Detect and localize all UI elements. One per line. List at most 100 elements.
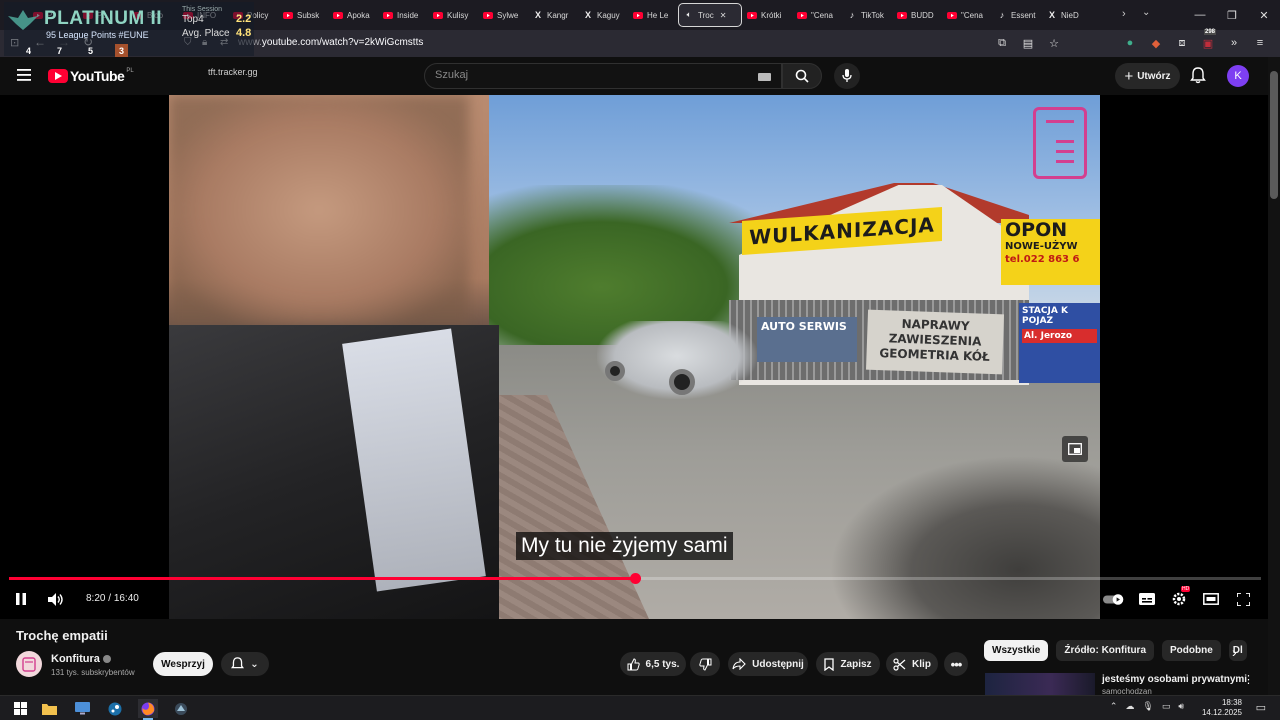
duration: 16:40 <box>113 593 139 604</box>
related-video-thumbnail[interactable] <box>985 673 1095 695</box>
browser-tab-label: Essent <box>1011 10 1036 20</box>
settings-button[interactable]: HD <box>1168 586 1191 611</box>
browser-tab[interactable]: ♪ Essent <box>992 3 1042 27</box>
miniplayer-button[interactable] <box>1062 436 1088 462</box>
toolbar-icons: ⧉ ▤ ☆ ● ◆ ⧈ ▣ 298 » ≡ <box>994 29 1268 51</box>
chip-all[interactable]: Wszystkie <box>984 640 1049 661</box>
video-player[interactable]: WULKANIZACJA OPON NOWE-UŻYW tel.022 863 … <box>0 95 1268 619</box>
minimize-icon[interactable]: — <box>1184 0 1216 30</box>
browser-tab[interactable]: Subsk <box>278 3 328 27</box>
subtitles-button[interactable] <box>1136 587 1158 611</box>
search-input[interactable] <box>435 69 755 81</box>
notifications-button[interactable] <box>1190 67 1206 84</box>
clip-button[interactable]: Klip <box>886 652 938 676</box>
support-button[interactable]: Wesprzyj <box>153 652 213 676</box>
channel-name[interactable]: Konfitura <box>51 653 111 665</box>
more-actions-button[interactable]: ••• <box>944 652 968 676</box>
youtube-logo[interactable]: YouTube PL <box>48 68 134 84</box>
extensions-icon[interactable]: ⧈ <box>1174 35 1190 51</box>
reader-view-icon[interactable]: ▤ <box>1020 35 1036 51</box>
browser-tab[interactable]: Kulisy <box>428 3 478 27</box>
tray-volume-icon[interactable]: 🔊︎ <box>1178 701 1184 712</box>
progress-bar[interactable] <box>9 573 1261 584</box>
keyboard-icon[interactable] <box>758 73 771 81</box>
browser-tab[interactable]: Apoka <box>328 3 378 27</box>
autoplay-toggle[interactable] <box>1102 587 1126 611</box>
vpn-extension-icon[interactable]: ● <box>1122 35 1138 51</box>
create-button[interactable]: + Utwórz <box>1115 63 1180 89</box>
page-scrollbar[interactable] <box>1268 57 1280 695</box>
tray-display-icon[interactable]: ▭ <box>1162 701 1171 712</box>
window-controls: — ❐ ✕ <box>1184 0 1280 30</box>
progress-scrubber[interactable] <box>630 573 641 584</box>
youtube-icon <box>747 10 757 20</box>
overflow-chevrons-icon[interactable]: » <box>1226 35 1242 51</box>
ublock-icon[interactable]: ▣ 298 <box>1200 29 1217 51</box>
guide-menu-icon[interactable] <box>17 69 31 81</box>
voice-search-button[interactable] <box>834 63 860 89</box>
browser-tab[interactable]: 🔈︎ Troc ✕ <box>678 3 742 27</box>
browser-tab-label: NieD <box>1061 10 1079 20</box>
youtube-icon <box>797 10 807 20</box>
taskbar-steam[interactable] <box>105 699 125 718</box>
tray-cloud-icon[interactable]: ☁ <box>1125 701 1134 712</box>
save-button[interactable]: Zapisz <box>816 652 880 676</box>
close-tab-icon[interactable]: ✕ <box>720 11 727 20</box>
browser-tab[interactable]: Krótki <box>742 3 792 27</box>
browser-tab[interactable]: Inside <box>378 3 428 27</box>
browser-tab[interactable]: "Cena <box>792 3 842 27</box>
taskbar-file-explorer[interactable] <box>39 699 59 718</box>
restore-icon[interactable]: ❐ <box>1216 0 1248 30</box>
start-button[interactable] <box>10 699 30 718</box>
browser-tab-label: "Cena <box>811 10 833 20</box>
related-video-title[interactable]: jesteśmy osobami prywatnymi <box>1102 674 1247 685</box>
kebab-menu-icon[interactable]: ⋮ <box>1243 673 1254 686</box>
app-menu-icon[interactable]: ≡ <box>1252 35 1268 51</box>
taskbar-clock[interactable]: 18:38 14.12.2025 <box>1202 698 1242 718</box>
taskbar-app-2[interactable] <box>171 699 191 718</box>
tray-overflow-icon[interactable]: ⌃ <box>1110 701 1118 712</box>
browser-tab[interactable]: "Cena <box>942 3 992 27</box>
tray-mic-icon[interactable]: 🎙︎ <box>1142 701 1153 712</box>
youtube-icon <box>947 10 957 20</box>
gear-icon <box>1172 592 1186 606</box>
taskbar-firefox[interactable] <box>138 699 158 720</box>
chip-source-channel[interactable]: Źródło: Konfitura <box>1056 640 1155 661</box>
chip-similar[interactable]: Podobne <box>1162 640 1221 661</box>
like-button[interactable]: 6,5 tys. <box>620 652 686 676</box>
notification-center-icon[interactable]: ▭ <box>1256 701 1266 714</box>
bookmark-star-icon[interactable]: ☆ <box>1046 35 1062 51</box>
address-bar[interactable]: www.youtube.com/watch?v=2kWiGcmstts <box>238 37 423 48</box>
channel-avatar[interactable] <box>16 651 42 677</box>
browser-tab[interactable]: X Kaguy <box>578 3 628 27</box>
fox-extension-icon[interactable]: ◆ <box>1148 35 1164 51</box>
related-video-item[interactable]: jesteśmy osobami prywatnymi samochodzan … <box>985 673 1255 696</box>
browser-tab[interactable]: Sylwe <box>478 3 528 27</box>
fullscreen-button[interactable] <box>1232 587 1254 611</box>
browser-tab[interactable]: ♪ TikTok <box>842 3 892 27</box>
search-button[interactable] <box>782 63 822 89</box>
tab-scroll-right-icon[interactable]: › <box>1122 8 1126 20</box>
close-window-icon[interactable]: ✕ <box>1248 0 1280 30</box>
chips-next-icon[interactable]: › <box>1232 644 1237 660</box>
theater-mode-button[interactable] <box>1200 587 1222 611</box>
account-avatar[interactable]: K <box>1227 65 1249 87</box>
like-count: 6,5 tys. <box>645 658 680 670</box>
subscribed-notifications-button[interactable]: ⌄ <box>221 652 269 676</box>
pip-icon[interactable]: ⧉ <box>994 35 1010 51</box>
tab-list-dropdown-icon[interactable]: ⌄ <box>1142 7 1150 18</box>
youtube-icon <box>483 10 493 20</box>
steam-icon <box>108 702 122 715</box>
x-icon: X <box>534 10 541 20</box>
browser-tab[interactable]: X NieD <box>1042 3 1092 27</box>
browser-tab[interactable]: He Le <box>628 3 678 27</box>
pause-button[interactable] <box>11 587 31 611</box>
scrollbar-thumb[interactable] <box>1270 71 1278 199</box>
browser-tab[interactable]: X Kangr <box>528 3 578 27</box>
taskbar-app[interactable] <box>72 699 92 718</box>
share-button[interactable]: Udostępnij <box>728 652 808 676</box>
dislike-button[interactable] <box>690 652 720 676</box>
auto-service-banner: AUTO SERWIS <box>757 317 857 362</box>
mute-button[interactable] <box>45 587 67 611</box>
browser-tab[interactable]: BUDD <box>892 3 942 27</box>
